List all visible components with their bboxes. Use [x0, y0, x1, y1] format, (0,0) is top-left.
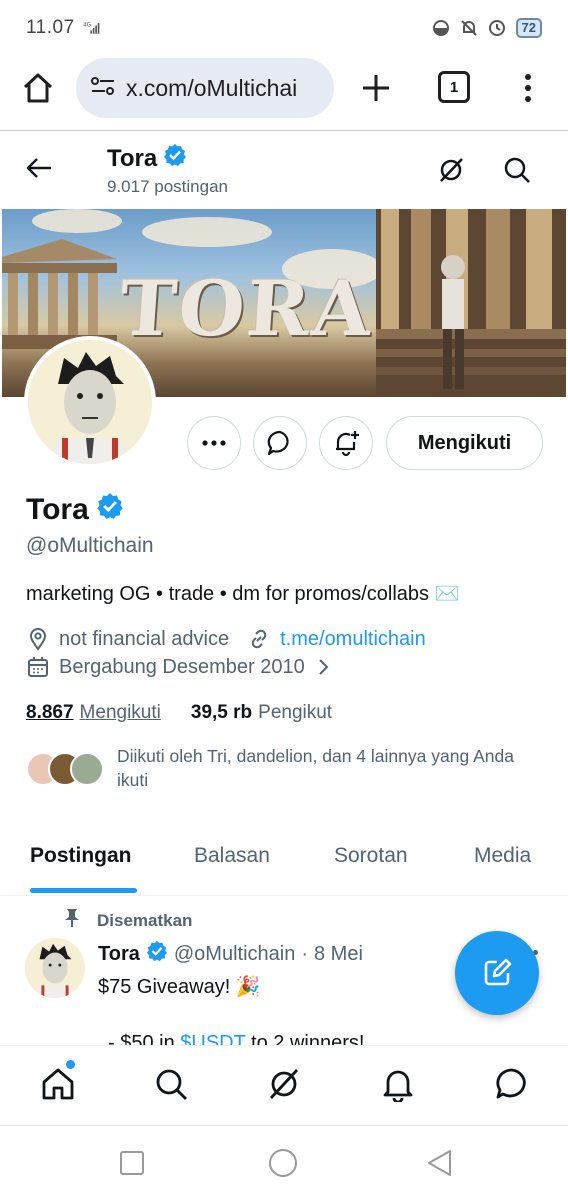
post-text-continued: - $50 in $USDT to 2 winners!	[108, 1032, 364, 1046]
header-post-count: 9.017 postingan	[107, 177, 228, 196]
bell-plus-icon	[336, 431, 359, 457]
profile-handle: @oMultichain	[26, 534, 154, 557]
compose-button[interactable]	[455, 931, 539, 1015]
recents-icon[interactable]	[117, 1148, 147, 1178]
back-arrow-icon[interactable]	[24, 153, 54, 183]
post-separator: ·	[301, 942, 308, 965]
profile-tabs: Postingan Balasan Sorotan Media	[0, 828, 568, 896]
following-count: 8.867	[26, 702, 74, 723]
pinned-label: Disematkan	[97, 910, 193, 930]
chevron-right-icon[interactable]	[311, 655, 335, 679]
verified-badge-icon	[146, 940, 168, 968]
url-text[interactable]: x.com/oMultichai	[126, 75, 297, 102]
message-icon	[267, 430, 289, 456]
bell-icon[interactable]	[380, 1066, 416, 1104]
browser-toolbar: x.com/oMultichai 1	[0, 56, 568, 128]
site-settings-icon[interactable]	[90, 74, 116, 103]
tab-replies[interactable]: Balasan	[194, 844, 270, 868]
calendar-icon	[26, 655, 50, 679]
browser-home-icon[interactable]	[20, 70, 56, 106]
bottom-navigation	[0, 1045, 568, 1125]
post-line-prefix: - $50 in	[108, 1032, 181, 1046]
search-icon[interactable]	[502, 155, 532, 185]
post-author-handle: @oMultichain	[173, 942, 296, 965]
post-text: $75 Giveaway! 🎉	[98, 976, 261, 998]
verified-badge-icon	[96, 492, 124, 528]
header-name-text: Tora	[107, 144, 158, 172]
alarm-icon	[488, 19, 506, 37]
profile-meta-row: not financial advice t.me/omultichain	[26, 627, 426, 651]
banner-cloud	[142, 217, 272, 247]
home-icon[interactable]	[40, 1066, 76, 1102]
address-bar[interactable]: x.com/oMultichai	[76, 58, 334, 118]
more-horiz-icon	[202, 440, 226, 446]
header-name: Tora	[107, 143, 187, 174]
system-back-icon[interactable]	[424, 1148, 454, 1178]
profile-link[interactable]: t.me/omultichain	[280, 628, 426, 651]
followed-by-text: Diikuti oleh Tri, dandelion, dan 4 lainn…	[117, 746, 514, 790]
home-notification-dot	[66, 1060, 75, 1069]
more-vert-icon[interactable]	[516, 70, 540, 106]
post-line-suffix: to 2 winners!	[245, 1032, 365, 1046]
profile-stats: 8.867 Mengikuti 39,5 rb Pengikut	[26, 702, 332, 724]
pin-icon	[63, 908, 81, 933]
banner-temple	[2, 239, 117, 349]
link-icon	[247, 627, 271, 651]
verified-badge-icon	[163, 143, 187, 174]
data-saver-icon	[432, 19, 450, 37]
profile-joined: Bergabung Desember 2010	[59, 655, 305, 678]
tab-media[interactable]: Media	[474, 844, 531, 868]
message-button[interactable]	[253, 416, 307, 470]
active-tab-indicator	[30, 888, 137, 893]
status-time: 11.07	[26, 17, 75, 38]
post-header: Tora @oMultichain · 8 Mei	[98, 940, 363, 968]
nav-grok-icon[interactable]	[266, 1066, 302, 1102]
system-home-icon[interactable]	[268, 1148, 298, 1178]
profile-location: not financial advice	[59, 627, 230, 650]
status-bar: 11.07 4G 72	[0, 0, 568, 56]
tab-posts[interactable]: Postingan	[30, 844, 132, 868]
pinned-indicator: Disematkan	[63, 908, 192, 933]
profile-top-bar: Tora 9.017 postingan	[0, 131, 568, 209]
followers-label: Pengikut	[258, 702, 333, 723]
following-label: Mengikuti	[79, 702, 161, 723]
followers-count: 39,5 rb	[190, 702, 253, 723]
notify-button[interactable]	[319, 416, 373, 470]
post-author-avatar[interactable]	[25, 938, 85, 998]
post-date[interactable]: 8 Mei	[314, 943, 363, 966]
svg-text:4G: 4G	[83, 22, 91, 28]
mute-icon	[460, 19, 478, 37]
nav-search-icon[interactable]	[153, 1066, 189, 1102]
battery-indicator: 72	[515, 18, 542, 38]
profile-name: Tora	[26, 492, 124, 528]
post-author-name[interactable]: Tora	[98, 943, 140, 966]
follower-avatar	[70, 752, 104, 786]
profile-avatar[interactable]	[24, 336, 156, 468]
system-navigation	[0, 1125, 568, 1199]
followers-stat[interactable]: 39,5 rb Pengikut	[191, 702, 332, 724]
banner-character	[441, 255, 465, 389]
profile-name-text: Tora	[26, 493, 89, 526]
banner-logo: TORA	[116, 264, 377, 353]
signal-icon: 4G	[83, 19, 101, 37]
post-cashtag[interactable]: $USDT	[180, 1032, 245, 1046]
tab-switcher-button[interactable]: 1	[438, 71, 470, 103]
followed-by[interactable]: Diikuti oleh Tri, dandelion, dan 4 lainn…	[26, 744, 546, 794]
tab-highlights[interactable]: Sorotan	[334, 844, 408, 868]
more-options-button[interactable]	[187, 416, 241, 470]
profile-joined-row: Bergabung Desember 2010	[26, 655, 344, 679]
nav-message-icon[interactable]	[494, 1066, 530, 1102]
profile-bio: marketing OG • trade • dm for promos/col…	[26, 583, 460, 605]
location-pin-icon	[26, 627, 50, 651]
new-tab-icon[interactable]	[358, 70, 394, 106]
compose-icon	[484, 958, 512, 986]
following-stat[interactable]: 8.867 Mengikuti	[26, 702, 161, 724]
following-button[interactable]: Mengikuti	[386, 416, 543, 470]
grok-icon[interactable]	[436, 155, 466, 185]
